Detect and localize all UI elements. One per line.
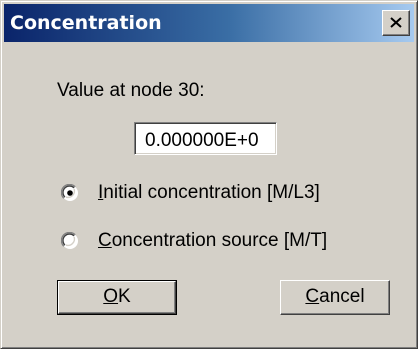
radio-concentration-source[interactable]: Concentration source [M/T] — [60, 229, 328, 253]
ok-button[interactable]: OK — [57, 280, 177, 315]
dialog-title: Concentration — [10, 12, 162, 34]
cancel-button-label: Cancel — [305, 286, 365, 307]
value-input[interactable] — [134, 122, 277, 155]
close-icon — [390, 17, 402, 28]
close-button[interactable] — [382, 10, 410, 36]
title-bar[interactable]: Concentration — [4, 4, 414, 42]
cancel-button[interactable]: Cancel — [280, 280, 390, 315]
radio-label-initial-concentration: Initial concentration [M/L3] — [98, 182, 320, 203]
ok-button-label: OK — [103, 286, 131, 307]
radio-initial-concentration[interactable]: Initial concentration [M/L3] — [60, 181, 320, 205]
value-label: Value at node 30: — [57, 80, 205, 101]
radio-label-concentration-source: Concentration source [M/T] — [98, 230, 328, 251]
radio-button-icon[interactable] — [60, 231, 79, 250]
radio-button-selected-icon[interactable] — [60, 183, 79, 202]
concentration-dialog: Concentration Value at node 30: Initial … — [0, 0, 418, 349]
